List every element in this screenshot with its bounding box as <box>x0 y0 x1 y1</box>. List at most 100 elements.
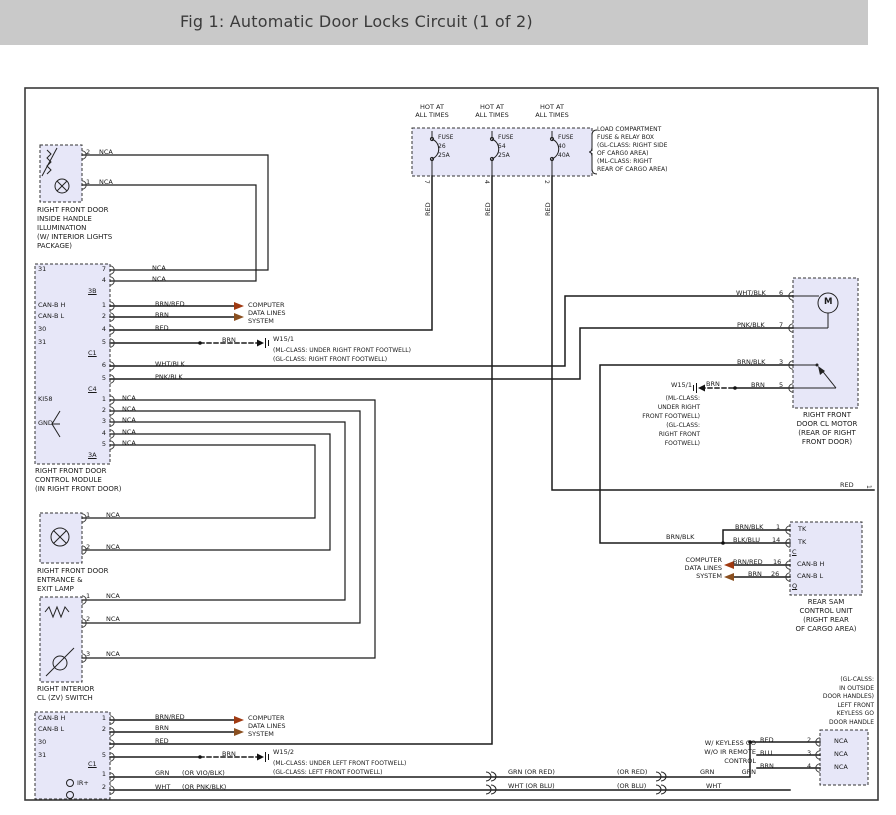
module-terminal-label: IR+ <box>77 779 89 787</box>
pin-number: 7 <box>779 321 783 329</box>
wire-color-label: BRN <box>155 724 169 732</box>
fuse-label: FUSE 40 40A <box>558 133 573 160</box>
pin-number: 2 <box>94 725 106 733</box>
wire-color-label: RED <box>424 202 432 216</box>
wire-color-label: RED <box>760 736 774 744</box>
motor-symbol-letter: M <box>824 297 832 307</box>
component-label: RIGHT FRONT DOOR CONTROL MODULE (IN RIGH… <box>35 467 122 494</box>
illumination-box <box>40 145 82 202</box>
pin-number: 16 <box>773 558 781 566</box>
wire-color-label: NCA <box>106 650 120 658</box>
wire-color-label: NCA <box>122 405 136 413</box>
pin-number: 1 <box>86 178 90 186</box>
wire-color-label: BLK/BLU <box>733 536 760 544</box>
ground-icon <box>257 338 269 348</box>
module-terminal-label: CAN-B H <box>797 560 824 568</box>
ground-id-label: W15/1 <box>658 381 692 389</box>
pin-number: 3 <box>86 650 90 658</box>
pin-number: 2 <box>86 148 90 156</box>
pin-number: 2 <box>807 736 811 744</box>
wire-color-label: NCA <box>122 428 136 436</box>
wire-color-label: BRN <box>155 311 169 319</box>
wire-color-label: WHT/BLK <box>155 360 185 368</box>
wire-color-alt-label: (OR BLU) <box>617 782 646 790</box>
wire-color-label: NCA <box>106 511 120 519</box>
wire-color-label: BRN <box>748 570 762 578</box>
wire-color-label: BLU <box>760 749 773 757</box>
wire-color-label: NCA <box>122 439 136 447</box>
fuse-label: FUSE 26 25A <box>438 133 453 160</box>
wire-color-label: NCA <box>106 615 120 623</box>
pin-number: 1 <box>864 485 873 489</box>
page: { "title": "Fig 1: Automatic Door Locks … <box>0 0 896 815</box>
hot-at-all-times-label: HOT AT ALL TIMES <box>465 103 519 119</box>
wire-color-label: GRN <box>155 769 169 777</box>
ground-icon <box>257 752 269 762</box>
pin-number: 3 <box>94 417 106 425</box>
wire-color-label: BRN <box>706 380 720 388</box>
wire-color-alt-label: (OR PNK/BLK) <box>182 783 226 791</box>
component-label: RIGHT FRONT DOOR ENTRANCE & EXIT LAMP <box>37 567 109 594</box>
module-terminal-label: NCA <box>834 737 848 745</box>
pin-number: 7 <box>94 265 106 273</box>
wire-color-label: PNK/BLK <box>155 373 183 381</box>
wire-color-label: BRN/RED <box>733 558 763 566</box>
wire-color-label: NCA <box>152 264 166 272</box>
pin-number: 3 <box>779 358 783 366</box>
fuse-pin-number: 7 <box>422 180 431 184</box>
computer-data-lines-label: COMPUTER DATA LINES SYSTEM <box>248 301 285 325</box>
pin-number: 5 <box>94 338 106 346</box>
ground-id-label: W15/1 <box>273 335 294 343</box>
hot-at-all-times-label: HOT AT ALL TIMES <box>525 103 579 119</box>
wire-color-label: BRN <box>760 762 774 770</box>
wire-color-label: BRN/BLK <box>735 523 763 531</box>
wire-nca-3 <box>82 422 345 600</box>
wire-color-alt-label: (OR RED) <box>617 768 647 776</box>
module-terminal-label: TK <box>798 525 806 533</box>
pin-number: 4 <box>94 429 106 437</box>
module-terminal-label: NCA <box>834 750 848 758</box>
pin-connector-arcs <box>82 151 820 794</box>
pin-number: 4 <box>807 762 811 770</box>
pin-number: 4 <box>94 325 106 333</box>
module-terminal-label: CAN-B L <box>38 725 64 733</box>
module-terminal-label: 31 <box>38 751 46 759</box>
ground-note: (ML-CLASS: UNDER RIGHT FRONT FOOTWELL) (… <box>273 346 411 364</box>
wire-color-label: BRN/RED <box>155 713 185 721</box>
pin-number: 1 <box>94 301 106 309</box>
component-label: REAR SAM CONTROL UNIT (RIGHT REAR OF CAR… <box>786 598 866 634</box>
wire-color-label: NCA <box>106 592 120 600</box>
wire-color-label: RED <box>544 202 552 216</box>
arrow-icon <box>724 573 734 581</box>
module-terminal-label: GND <box>38 419 53 427</box>
pin-number: 1 <box>94 395 106 403</box>
pin-number: 14 <box>772 536 780 544</box>
wire-color-label: BRN <box>222 336 236 344</box>
wire-color-label: PNK/BLK <box>737 321 765 329</box>
component-note: (GL-CALSS: IN OUTSIDE DOOR HANDLES) LEFT… <box>796 676 874 727</box>
pin-number: 6 <box>779 289 783 297</box>
module-terminal-label: 30 <box>38 325 46 333</box>
pin-number: 1 <box>776 523 780 531</box>
wire-color-alt-label: (OR VIO/BLK) <box>182 769 225 777</box>
component-label: RIGHT FRONT DOOR CL MOTOR (REAR OF RIGHT… <box>782 411 872 447</box>
arrow-icon <box>234 302 244 310</box>
module-terminal-label: CAN-B H <box>38 714 65 722</box>
component-label: RIGHT FRONT DOOR INSIDE HANDLE ILLUMINAT… <box>37 206 112 251</box>
wire-color-label: RED <box>155 737 169 745</box>
pin-number: 5 <box>779 381 783 389</box>
pin-number: 1 <box>86 592 90 600</box>
wire-color-label: NCA <box>99 178 113 186</box>
arrow-icon <box>234 716 244 724</box>
component-label: RIGHT INTERIOR CL (ZV) SWITCH <box>37 685 94 703</box>
pin-number: 1 <box>94 714 106 722</box>
pin-number: 1 <box>86 511 90 519</box>
wire-color-label: GRN <box>720 768 756 776</box>
pin-number: 5 <box>94 751 106 759</box>
module-terminal-label: TK <box>798 538 806 546</box>
module-terminal-label: CAN-B L <box>797 572 823 580</box>
ground-icon <box>694 383 706 393</box>
computer-data-lines-label: COMPUTER DATA LINES SYSTEM <box>248 714 285 738</box>
wire-color-label: NCA <box>152 275 166 283</box>
connector-id: C1 <box>88 760 97 768</box>
